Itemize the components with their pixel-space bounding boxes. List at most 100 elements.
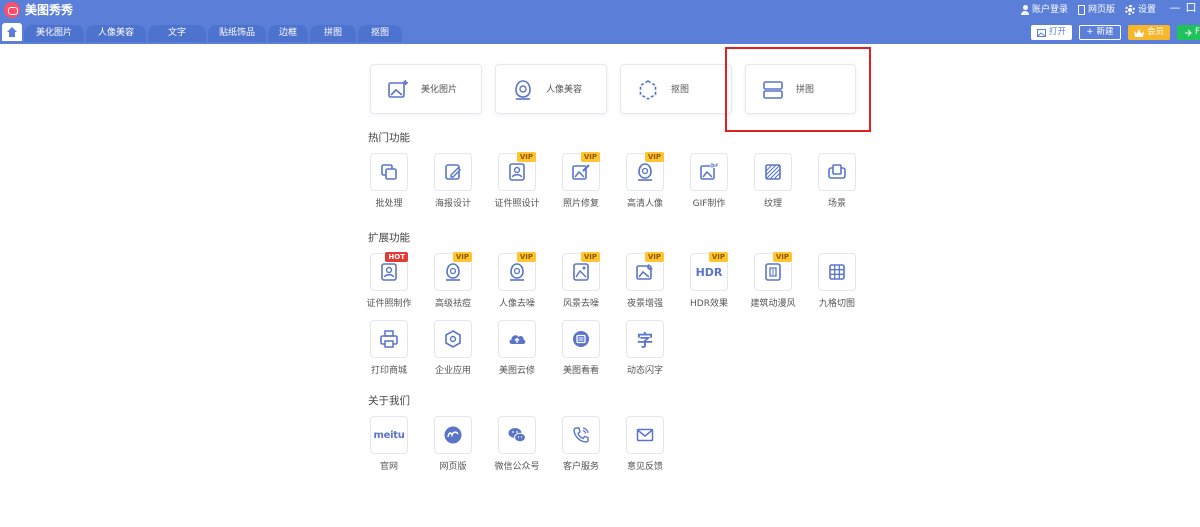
- tool-label: HDR效果: [690, 299, 728, 309]
- tool-label: 企业应用: [434, 366, 471, 376]
- tool-cloud[interactable]: 美图云修: [487, 320, 547, 380]
- grid-cut-icon: [829, 264, 845, 280]
- tool-label: 建筑动漫风: [750, 299, 796, 309]
- acne-icon: [446, 263, 460, 281]
- meitu-logo-icon: [4, 2, 20, 18]
- tool-viewer[interactable]: 美图看看: [551, 320, 611, 380]
- vip-badge: VIP: [516, 152, 536, 162]
- tool-label: 网页版: [439, 462, 467, 472]
- tool-label: 意见反馈: [626, 462, 663, 472]
- title-bar: 美图秀秀 账户登录 网页版 设置 — 口: [0, 0, 1200, 20]
- open-icon: [1036, 28, 1046, 37]
- tool-grid-cut[interactable]: 九格切图: [807, 253, 867, 313]
- flash-text-icon: 字: [636, 331, 653, 350]
- minimize-button[interactable]: —: [1168, 0, 1182, 20]
- tab-stickers[interactable]: 贴纸饰品: [208, 25, 266, 42]
- cloud-icon: [509, 335, 526, 344]
- web-version-label: 网页版: [1088, 5, 1116, 15]
- tool-acne[interactable]: VIP 高级祛痘: [423, 252, 483, 313]
- tab-portrait[interactable]: 人像美容: [86, 25, 146, 42]
- image-edit-icon: [388, 80, 408, 98]
- crown-icon: [1133, 28, 1144, 37]
- tool-wechat[interactable]: 微信公众号: [487, 416, 547, 476]
- hd-portrait-icon: [638, 163, 652, 181]
- tool-label: 夜景增强: [626, 299, 663, 309]
- tab-bar: 美化图片 人像美容 文字 贴纸饰品 边框 拼图 抠图 打开 + 新建 会员 F: [0, 20, 1200, 44]
- tool-batch[interactable]: 批处理: [359, 153, 419, 213]
- tool-print[interactable]: 打印商城: [359, 320, 419, 380]
- tool-portrait-denoise[interactable]: VIP 人像去噪: [487, 252, 547, 313]
- vip-badge: VIP: [708, 252, 728, 262]
- tool-label: GIF制作: [692, 199, 726, 209]
- tool-enterprise[interactable]: 企业应用: [423, 320, 483, 380]
- tool-label: 动态闪字: [626, 366, 663, 376]
- vip-badge: VIP: [580, 152, 600, 162]
- section-title-hot: 热门功能: [368, 132, 410, 144]
- close-button[interactable]: 口: [1184, 0, 1198, 20]
- tool-feedback[interactable]: 意见反馈: [615, 416, 675, 476]
- gear-icon: [1125, 5, 1135, 15]
- green-action-label: F: [1195, 27, 1200, 37]
- vip-badge: VIP: [516, 252, 536, 262]
- tool-label: 官网: [379, 462, 398, 472]
- tool-photo-repair[interactable]: VIP 照片修复: [551, 152, 611, 213]
- tool-label: 美图云修: [498, 366, 535, 376]
- tool-landscape-denoise[interactable]: VIP 风景去噪: [551, 252, 611, 313]
- tool-label: 人像去噪: [498, 299, 535, 309]
- section-title-about: 关于我们: [368, 395, 410, 407]
- vip-badge: VIP: [580, 252, 600, 262]
- tool-flash-text[interactable]: 字 动态闪字: [615, 320, 675, 380]
- open-button[interactable]: 打开: [1031, 25, 1072, 40]
- gif-icon: [700, 163, 718, 180]
- settings-link[interactable]: 设置: [1125, 2, 1156, 18]
- viewer-icon: [573, 331, 589, 347]
- tool-label: 批处理: [375, 199, 403, 209]
- tool-texture[interactable]: 纹理: [743, 153, 803, 213]
- card-beautify[interactable]: 美化图片: [370, 64, 482, 114]
- tool-id-photo-design[interactable]: VIP 证件照设计: [487, 152, 547, 213]
- tool-label: 打印商城: [370, 366, 407, 376]
- tool-scene[interactable]: 场景: [807, 153, 867, 213]
- vip-badge: VIP: [772, 252, 792, 262]
- vip-button[interactable]: 会员: [1128, 25, 1170, 40]
- landscape-denoise-icon: [573, 263, 589, 281]
- tool-hdr[interactable]: HDR VIP HDR效果: [679, 252, 739, 313]
- batch-icon: [381, 164, 397, 180]
- wechat-icon: [508, 428, 526, 443]
- tool-label: 客户服务: [562, 462, 599, 472]
- tool-official-site[interactable]: meitu 官网: [359, 416, 419, 476]
- account-login-link[interactable]: 账户登录: [1021, 2, 1068, 18]
- home-tab[interactable]: [2, 23, 22, 41]
- vip-badge: VIP: [644, 252, 664, 262]
- tab-frame[interactable]: 边框: [268, 25, 308, 42]
- tab-text[interactable]: 文字: [148, 25, 206, 42]
- hdr-icon: HDR: [695, 265, 723, 279]
- card-portrait[interactable]: 人像美容: [495, 64, 607, 114]
- tab-cutout[interactable]: 抠图: [358, 25, 402, 42]
- tool-poster[interactable]: 海报设计: [423, 153, 483, 213]
- web-version-link[interactable]: 网页版: [1078, 2, 1115, 18]
- highlight-box: [725, 47, 871, 132]
- card-cutout[interactable]: 抠图: [620, 64, 732, 114]
- web-icon: [444, 426, 462, 444]
- tool-label: 高清人像: [626, 199, 663, 209]
- tool-label: 纹理: [763, 199, 782, 209]
- tool-id-photo-make[interactable]: HOT 证件照制作: [359, 252, 419, 313]
- tab-beautify[interactable]: 美化图片: [24, 25, 84, 42]
- tool-web[interactable]: 网页版: [423, 416, 483, 476]
- tool-anime[interactable]: VIP 建筑动漫风: [743, 252, 803, 313]
- tool-hd-portrait[interactable]: VIP 高清人像: [615, 152, 675, 213]
- night-enhance-icon: [636, 264, 653, 280]
- tool-customer-service[interactable]: 客户服务: [551, 416, 611, 476]
- home-icon: [7, 27, 17, 37]
- tool-label: 海报设计: [434, 199, 471, 209]
- face-icon: [515, 80, 531, 100]
- vip-badge: VIP: [452, 252, 472, 262]
- tab-collage[interactable]: 拼图: [310, 25, 356, 42]
- open-label: 打开: [1048, 27, 1066, 37]
- new-button[interactable]: + 新建: [1079, 25, 1121, 40]
- tool-gif[interactable]: GIF制作: [679, 153, 739, 213]
- id-photo-make-icon: [381, 263, 397, 281]
- green-action-button[interactable]: F: [1177, 25, 1200, 40]
- tool-night-enhance[interactable]: VIP 夜景增强: [615, 252, 675, 313]
